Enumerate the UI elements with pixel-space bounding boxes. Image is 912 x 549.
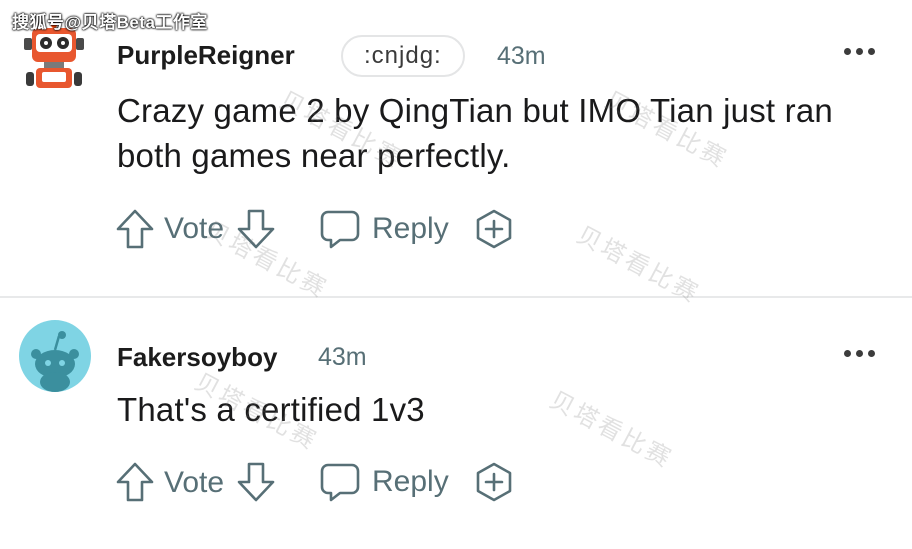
comment-1: PurpleReigner :cnjdg: 43m Crazy game 2 b…	[0, 0, 912, 296]
comment-username[interactable]: Fakersoyboy	[117, 342, 277, 373]
award-plus-icon	[476, 462, 512, 502]
arrow-down-icon	[237, 462, 275, 502]
reply-label: Reply	[372, 212, 449, 245]
award-button[interactable]	[473, 207, 515, 251]
reply-button[interactable]: Reply	[320, 207, 449, 251]
comment-timestamp[interactable]: 43m	[318, 343, 367, 372]
arrow-down-icon	[237, 209, 275, 249]
arrow-up-icon	[116, 209, 154, 249]
arrow-up-icon	[116, 462, 154, 502]
comment-body: That's a certified 1v3	[117, 391, 425, 428]
downvote-button[interactable]	[236, 207, 276, 251]
vote-label: Vote	[164, 212, 225, 245]
more-options-icon[interactable]	[842, 348, 878, 360]
award-plus-icon	[476, 209, 512, 249]
more-options-icon[interactable]	[842, 46, 878, 58]
speech-bubble-icon	[320, 210, 360, 249]
reply-label: Reply	[372, 465, 449, 498]
comment-username[interactable]: PurpleReigner	[117, 40, 295, 71]
award-button[interactable]	[473, 460, 515, 504]
source-watermark-tag: 搜狐号@贝塔Beta工作室	[12, 13, 208, 32]
comment-2: Fakersoyboy 43m That's a certified 1v3 V…	[0, 298, 912, 549]
comment-body: Crazy game 2 by QingTian but IMO Tian ju…	[117, 92, 833, 174]
user-flair-badge: :cnjdg:	[341, 35, 465, 77]
downvote-button[interactable]	[236, 460, 276, 504]
reply-button[interactable]: Reply	[320, 460, 449, 504]
speech-bubble-icon	[320, 463, 360, 502]
default-snoo-avatar-icon[interactable]	[19, 320, 91, 392]
comment-timestamp[interactable]: 43m	[497, 42, 546, 71]
upvote-button[interactable]	[115, 460, 155, 504]
upvote-button[interactable]	[115, 207, 155, 251]
vote-label: Vote	[164, 466, 225, 499]
